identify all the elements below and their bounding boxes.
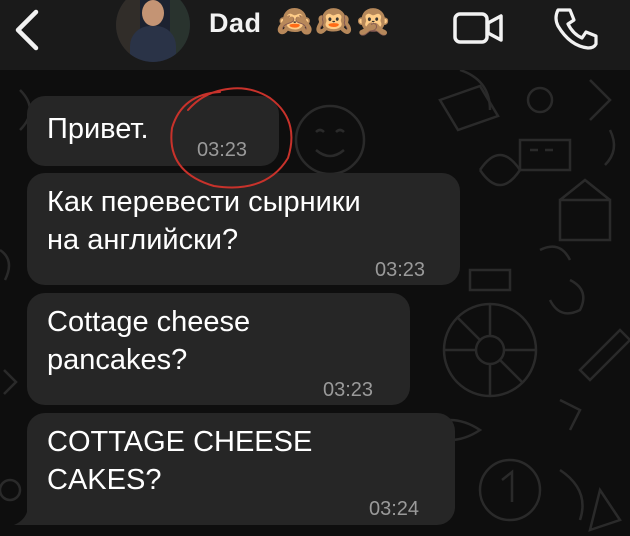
message-timestamp: 03:24	[369, 498, 420, 520]
back-button[interactable]	[10, 8, 50, 52]
message-bubble[interactable]: COTTAGE CHEESE CAKES? 03:24	[27, 413, 455, 525]
message-bubble[interactable]: Cottage cheese pancakes? 03:23	[27, 293, 410, 405]
message-timestamp: 03:23	[375, 259, 426, 281]
phone-icon	[554, 8, 598, 50]
message-bubble[interactable]: Привет. 03:23	[27, 96, 279, 166]
message-timestamp: 03:23	[197, 139, 248, 161]
chevron-left-icon	[15, 9, 39, 51]
bubble-tail	[14, 505, 38, 525]
voice-call-button[interactable]	[552, 4, 598, 50]
video-camera-icon	[453, 12, 503, 44]
contact-name-emojis: 🙈🙉🙊	[276, 5, 395, 38]
avatar[interactable]	[116, 0, 190, 62]
message-text: Как перевести сырники на английски?	[47, 186, 361, 256]
message-bubble[interactable]: Как перевести сырники на английски? 03:2…	[27, 173, 460, 285]
message-text: Cottage cheese pancakes?	[47, 306, 251, 376]
video-call-button[interactable]	[452, 8, 504, 48]
contact-name[interactable]: Dad	[209, 8, 262, 39]
chat-screen: Dad 🙈🙉🙊 Привет. 03:23 Как перевести сырн…	[0, 0, 630, 536]
chat-header: Dad 🙈🙉🙊	[0, 0, 630, 70]
message-text: COTTAGE CHEESE CAKES?	[47, 426, 313, 496]
message-text: Привет.	[47, 113, 149, 145]
message-timestamp: 03:23	[323, 379, 374, 401]
